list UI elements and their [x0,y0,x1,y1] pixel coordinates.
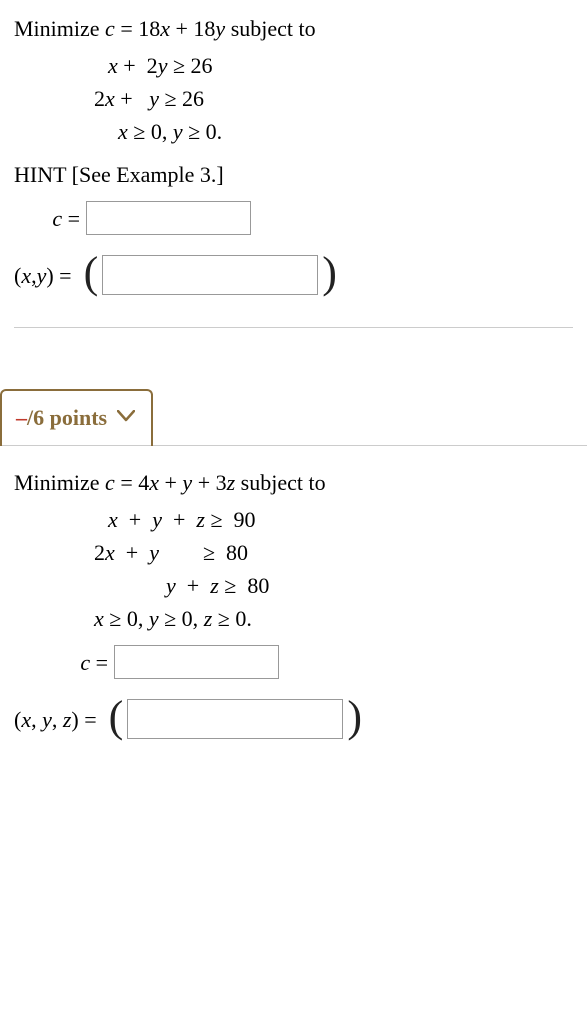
coef: 18 [193,16,215,41]
close-paren-icon: ) [318,251,341,295]
chevron-down-icon [117,406,135,430]
question-divider [14,327,573,328]
label-c: c [52,206,62,231]
objective-line: Minimize c = 18x + 18y subject to [14,12,573,45]
answer-xyz-row: (x, y, z) = ( ) [14,697,573,741]
c-answer-input[interactable] [86,201,251,235]
var-c: c [105,16,115,41]
text: subject to [225,16,315,41]
question-1: Minimize c = 18x + 18y subject to x + 2y… [14,12,573,297]
open-paren-icon: ( [80,251,103,295]
constraints: x + 2y ≥ 26 2x + y ≥ 26 x ≥ 0, y ≥ 0. [94,49,573,148]
constraints-2: x + y + z ≥ 90 2x + y ≥ 80 y + z ≥ 80 x … [94,503,573,635]
answer-xy-row: (x,y) = ( ) [14,253,573,297]
close-paren-icon-2: ) [343,695,366,739]
question-2: Minimize c = 4x + y + 3z subject to x + … [14,466,573,741]
answer-c-row: c = [14,201,573,235]
objective-line-2: Minimize c = 4x + y + 3z subject to [14,466,573,499]
text: = [115,16,138,41]
answer-c-row-2: c = [42,645,573,679]
text: Minimize [14,16,105,41]
c-answer-input-2[interactable] [114,645,279,679]
xy-answer-input[interactable] [102,255,318,295]
var-y: y [215,16,225,41]
coef: 18 [138,16,160,41]
var-x: x [160,16,170,41]
points-text: /6 points [27,401,107,434]
points-dash: – [16,401,27,434]
hint-text: HINT [See Example 3.] [14,158,573,191]
xyz-answer-input[interactable] [127,699,343,739]
open-paren-icon-2: ( [105,695,128,739]
text: + [170,16,193,41]
points-tab[interactable]: –/6 points [0,389,153,446]
